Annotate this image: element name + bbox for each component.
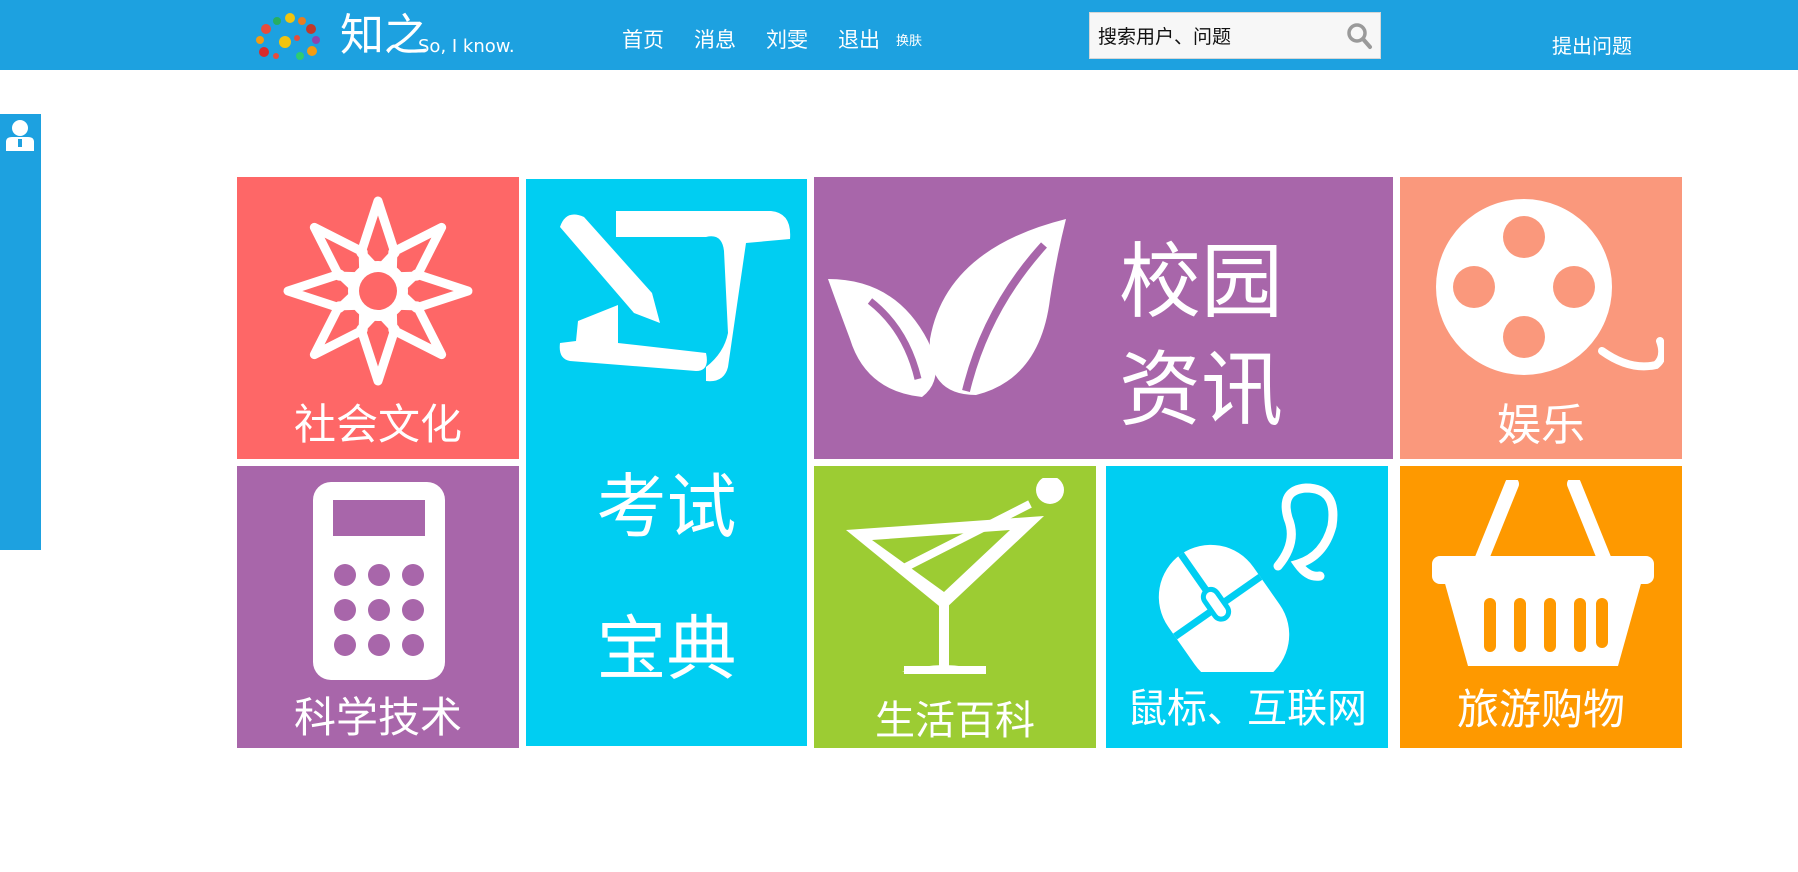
scroll-pen-icon — [559, 211, 791, 382]
tile-label-line2: 资讯 — [1119, 343, 1284, 438]
tile-label: 社会文化 — [293, 400, 462, 449]
nav-home[interactable]: 首页 — [622, 24, 664, 54]
category-tile-society-culture[interactable]: 社会文化 — [237, 177, 519, 459]
tile-label: 校园 — [1119, 235, 1284, 330]
main-nav: 首页 消息 刘雯 退出 换肤 — [622, 24, 922, 54]
nav-change-skin[interactable]: 换肤 — [896, 30, 922, 49]
side-panel-tab[interactable] — [0, 114, 41, 550]
tile-label: 生活百科 — [875, 698, 1035, 744]
search-icon[interactable] — [1344, 21, 1374, 51]
basket-icon — [1432, 480, 1654, 666]
flower-icon — [283, 196, 473, 386]
brand-tagline: So, I know. — [418, 36, 515, 57]
search-box — [1089, 12, 1381, 60]
category-tile-science-tech[interactable]: 科学技术 — [237, 466, 519, 748]
tile-label: 科学技术 — [293, 693, 462, 742]
category-tile-mouse-internet[interactable]: 鼠标、互联网 — [1106, 466, 1388, 748]
category-tile-travel-shopping[interactable]: 旅游购物 — [1400, 466, 1682, 748]
user-icon — [6, 120, 34, 151]
category-tile-exam-guide[interactable]: 考试 宝典 — [526, 179, 807, 746]
tile-label: 娱乐 — [1497, 400, 1585, 451]
nav-user-profile[interactable]: 刘雯 — [766, 24, 808, 54]
ask-question-button[interactable]: 提出问题 — [1552, 30, 1632, 59]
top-navbar: 知之 So, I know. 首页 消息 刘雯 退出 换肤 提出问题 — [0, 0, 1798, 70]
cocktail-icon — [846, 478, 1064, 674]
category-tile-life-encyclopedia[interactable]: 生活百科 — [814, 466, 1096, 748]
logo-mark-icon — [256, 13, 320, 60]
nav-messages[interactable]: 消息 — [694, 24, 736, 54]
category-tile-campus-news[interactable]: 校园 资讯 — [814, 177, 1393, 459]
leaf-icon — [828, 219, 1066, 397]
mouse-icon — [1158, 483, 1338, 672]
film-reel-icon — [1436, 199, 1664, 375]
tile-label-line2: 宝典 — [596, 608, 737, 690]
tile-label: 考试 — [596, 466, 737, 548]
calculator-icon — [313, 482, 445, 680]
tile-label: 鼠标、互联网 — [1127, 686, 1367, 732]
nav-logout[interactable]: 退出 — [838, 24, 880, 54]
search-input[interactable] — [1096, 13, 1340, 60]
brand-name: 知之 — [340, 10, 428, 61]
category-tile-entertainment[interactable]: 娱乐 — [1400, 177, 1682, 459]
tile-label: 旅游购物 — [1456, 685, 1625, 734]
